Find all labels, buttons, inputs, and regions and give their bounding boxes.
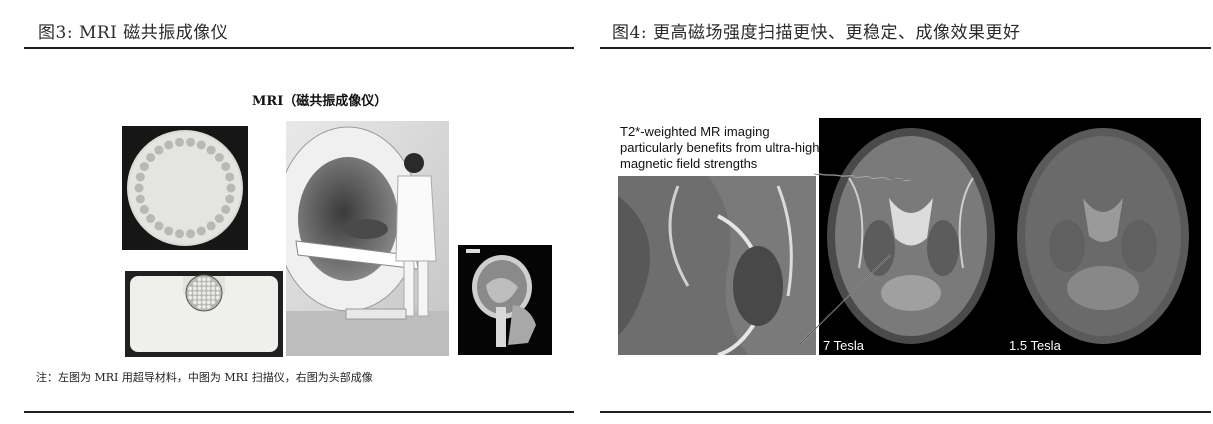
figure-3-title: 图3: MRI 磁共振成像仪	[38, 23, 229, 43]
head-scan-image	[458, 245, 552, 355]
figure-4-bottom-rule	[600, 411, 1211, 413]
figure-3-panel: 图3: MRI 磁共振成像仪 MRI（磁共振成像仪） 注：左图为 MRI 用超导…	[0, 0, 576, 424]
figure-3-top-rule	[24, 47, 574, 49]
figure-4-panel: 图4: 更高磁场强度扫描更快、更稳定、成像效果更好 T2*-weighted M…	[600, 0, 1213, 424]
label-7-tesla: 7 Tesla	[823, 338, 864, 353]
label-1-5-tesla: 1.5 Tesla	[1009, 338, 1061, 353]
figure-3-bottom-rule	[24, 411, 574, 413]
cable-cross-section-image	[125, 271, 283, 357]
figure-3-note: 注：左图为 MRI 用超导材料，中图为 MRI 扫描仪，右图为头部成像	[36, 371, 373, 384]
mri-heading: MRI（磁共振成像仪）	[252, 94, 388, 109]
connector-lines	[799, 173, 911, 345]
mri-scanner-image	[286, 121, 449, 356]
superconducting-disc-image	[122, 126, 248, 250]
